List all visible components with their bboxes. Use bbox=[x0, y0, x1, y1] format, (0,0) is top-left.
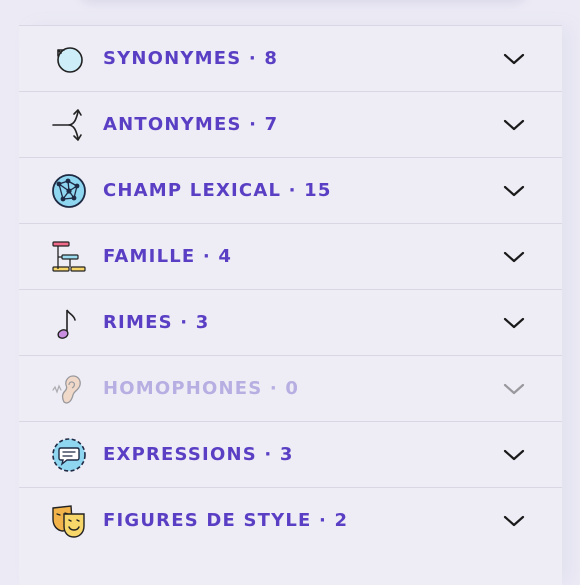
section-champ-lexical[interactable]: CHAMP LEXICAL · 15 bbox=[19, 157, 562, 223]
chevron-down-icon[interactable] bbox=[503, 51, 525, 67]
chevron-down-icon[interactable] bbox=[503, 447, 525, 463]
split-arrows-icon bbox=[52, 109, 82, 141]
section-synonymes[interactable]: SYNONYMES · 8 bbox=[19, 25, 562, 91]
section-rimes[interactable]: RIMES · 3 bbox=[19, 289, 562, 355]
section-label: EXPRESSIONS · 3 bbox=[103, 444, 294, 465]
sections-panel: SYNONYMES · 8 ANTONYMES · 7 CHAMP LEXICA… bbox=[19, 25, 562, 585]
section-label: FIGURES DE STYLE · 2 bbox=[103, 510, 349, 531]
speech-bubble-icon bbox=[52, 438, 86, 472]
theater-masks-icon bbox=[52, 505, 85, 538]
section-label: HOMOPHONES · 0 bbox=[103, 378, 300, 399]
section-label: SYNONYMES · 8 bbox=[103, 48, 279, 69]
chevron-down-icon[interactable] bbox=[503, 183, 525, 199]
chevron-down-icon[interactable] bbox=[503, 513, 525, 529]
section-label: CHAMP LEXICAL · 15 bbox=[103, 180, 332, 201]
section-label: FAMILLE · 4 bbox=[103, 246, 233, 267]
section-label: ANTONYMES · 7 bbox=[103, 114, 279, 135]
music-note-icon bbox=[57, 309, 76, 339]
section-expressions[interactable]: EXPRESSIONS · 3 bbox=[19, 421, 562, 487]
section-figures-de-style[interactable]: FIGURES DE STYLE · 2 bbox=[19, 487, 562, 553]
section-antonymes[interactable]: ANTONYMES · 7 bbox=[19, 91, 562, 157]
chevron-down-icon[interactable] bbox=[503, 249, 525, 265]
ear-icon bbox=[52, 375, 81, 404]
chevron-down-icon[interactable] bbox=[503, 381, 525, 397]
family-tree-icon bbox=[52, 241, 86, 272]
section-famille[interactable]: FAMILLE · 4 bbox=[19, 223, 562, 289]
network-globe-icon bbox=[52, 174, 86, 208]
section-homophones[interactable]: HOMOPHONES · 0 bbox=[19, 355, 562, 421]
cycle-arrow-icon bbox=[57, 47, 83, 73]
chevron-down-icon[interactable] bbox=[503, 117, 525, 133]
chevron-down-icon[interactable] bbox=[503, 315, 525, 331]
section-label: RIMES · 3 bbox=[103, 312, 210, 333]
